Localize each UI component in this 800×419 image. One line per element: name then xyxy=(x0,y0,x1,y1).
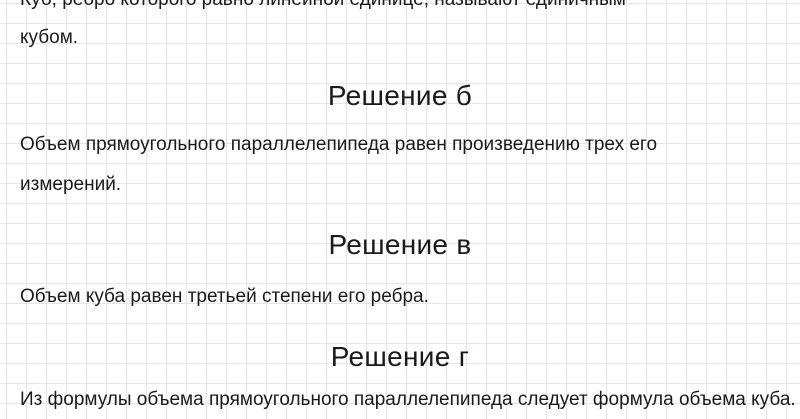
section-heading-b: Решение б xyxy=(327,80,473,111)
paragraph-line: кубом. xyxy=(20,27,79,48)
paragraph-line: Объем прямоугольного параллелепипеда рав… xyxy=(20,134,658,155)
paragraph-line: Куб, ребро которого равно линейной едини… xyxy=(20,0,780,19)
section-heading-g: Решение г xyxy=(330,341,470,372)
paragraph-line: Из формулы объема прямоугольного паралле… xyxy=(20,389,796,410)
paragraph-line: измерений. xyxy=(20,174,122,195)
section-heading-v: Решение в xyxy=(328,229,472,260)
document-page: Куб, ребро которого равно линейной едини… xyxy=(0,0,800,410)
paragraph-line: Объем куба равен третьей степени его реб… xyxy=(20,286,429,307)
